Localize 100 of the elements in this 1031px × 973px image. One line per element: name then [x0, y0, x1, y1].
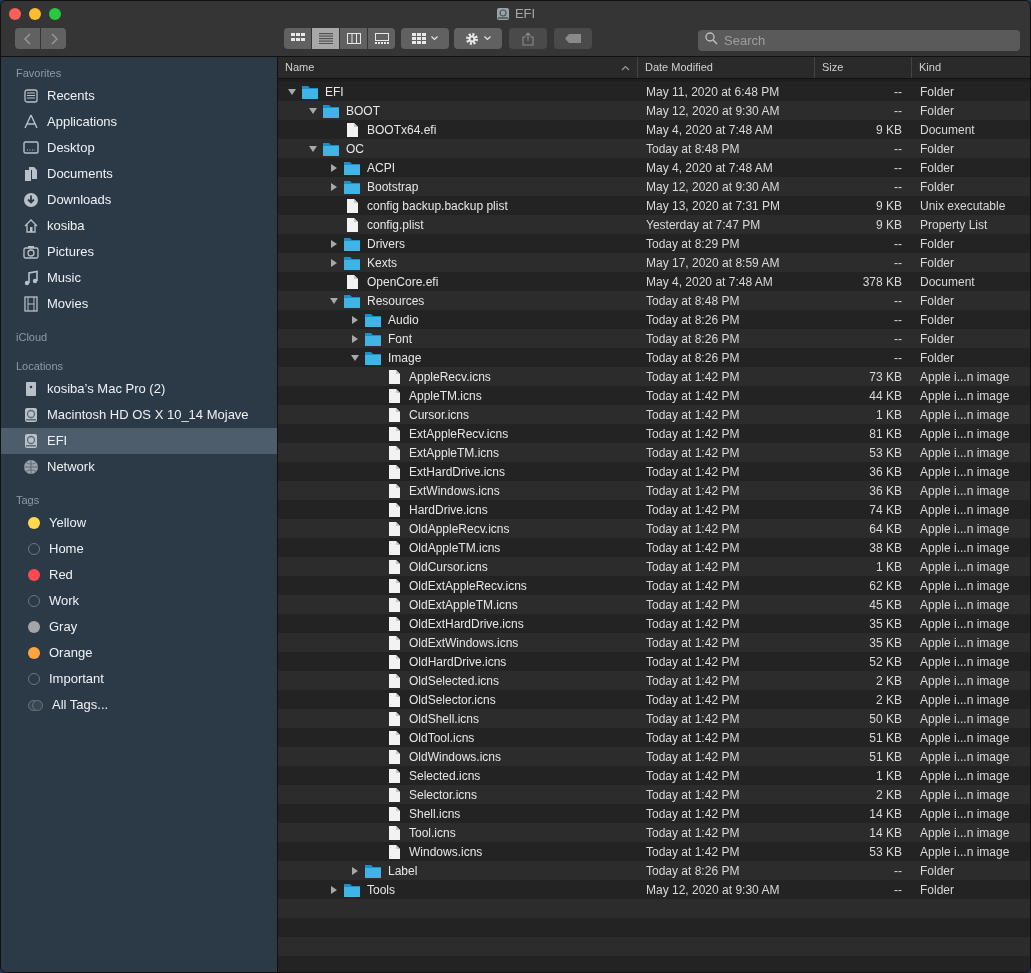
column-header[interactable]: Kind	[912, 57, 1030, 78]
file-name[interactable]: OldSelected.icns	[409, 671, 500, 690]
file-name[interactable]: Shell.icns	[409, 804, 461, 823]
tag-item[interactable]: Home	[1, 536, 277, 562]
folder-name[interactable]: Kexts	[367, 253, 397, 272]
tag-item[interactable]: Red	[1, 562, 277, 588]
folder-name[interactable]: EFI	[325, 82, 344, 101]
search-field[interactable]: Search	[698, 30, 1020, 51]
disclosure-triangle-icon[interactable]	[329, 257, 339, 268]
disclosure-triangle-icon[interactable]	[308, 143, 318, 154]
sidebar-item[interactable]: Network	[1, 454, 277, 480]
sidebar-item[interactable]: Applications	[1, 109, 277, 135]
sidebar-item[interactable]: Recents	[1, 83, 277, 109]
file-size: 62 KB	[869, 578, 902, 593]
folder-name[interactable]: ACPI	[367, 158, 395, 177]
tag-item[interactable]: Orange	[1, 640, 277, 666]
file-name[interactable]: OldHardDrive.icns	[409, 652, 507, 671]
view-button[interactable]	[284, 28, 311, 49]
file-name[interactable]: Windows.icns	[409, 842, 483, 861]
file-name[interactable]: OldWindows.icns	[409, 747, 502, 766]
sidebar-item[interactable]: Macintosh HD OS X 10_14 Mojave	[1, 402, 277, 428]
sidebar-item[interactable]: Documents	[1, 161, 277, 187]
file-name[interactable]: OpenCore.efi	[367, 272, 439, 291]
file-name[interactable]: OldExtAppleRecv.icns	[409, 576, 527, 595]
disclosure-triangle-icon[interactable]	[287, 86, 297, 97]
folder-name[interactable]: Tools	[367, 880, 395, 899]
tag-button[interactable]	[554, 28, 592, 49]
sidebar-item[interactable]: Music	[1, 265, 277, 291]
file-size: 14 KB	[869, 825, 902, 840]
minimize-button[interactable]	[29, 8, 41, 20]
file-name[interactable]: ExtAppleTM.icns	[409, 443, 500, 462]
disclosure-triangle-icon[interactable]	[329, 238, 339, 249]
file-name[interactable]: config backup.backup plist	[367, 196, 508, 215]
disclosure-triangle-icon[interactable]	[350, 352, 360, 363]
disclosure-triangle-icon[interactable]	[329, 162, 339, 173]
file-name[interactable]: Cursor.icns	[409, 405, 470, 424]
sidebar-item[interactable]: Downloads	[1, 187, 277, 213]
file-name[interactable]: OldExtAppleTM.icns	[409, 595, 518, 614]
disclosure-triangle-icon[interactable]	[350, 314, 360, 325]
column-header[interactable]: Date Modified	[638, 57, 815, 78]
file-name[interactable]: config.plist	[367, 215, 424, 234]
folder-name[interactable]: Audio	[388, 310, 419, 329]
view-button[interactable]	[368, 28, 395, 49]
column-header[interactable]: Size	[815, 57, 912, 78]
folder-icon	[343, 235, 361, 252]
tag-item[interactable]: Important	[1, 666, 277, 692]
file-name[interactable]: OldExtHardDrive.icns	[409, 614, 524, 633]
tag-item[interactable]: Work	[1, 588, 277, 614]
disclosure-triangle-icon[interactable]	[329, 884, 339, 895]
disclosure-triangle-icon[interactable]	[350, 333, 360, 344]
date-modified: Today at 1:42 PM	[646, 711, 740, 726]
file-name[interactable]: Selector.icns	[409, 785, 478, 804]
file-name[interactable]: HardDrive.icns	[409, 500, 488, 519]
file-name[interactable]: ExtWindows.icns	[409, 481, 500, 500]
tag-item[interactable]: All Tags...	[1, 692, 277, 718]
sidebar-item[interactable]: kosiba’s Mac Pro (2)	[1, 376, 277, 402]
folder-name[interactable]: BOOT	[346, 101, 380, 120]
file-name[interactable]: AppleRecv.icns	[409, 367, 491, 386]
folder-name[interactable]: Resources	[367, 291, 425, 310]
file-name[interactable]: OldAppleRecv.icns	[409, 519, 510, 538]
view-button[interactable]	[312, 28, 339, 49]
close-button[interactable]	[9, 8, 21, 20]
file-name[interactable]: OldAppleTM.icns	[409, 538, 501, 557]
disclosure-triangle-icon[interactable]	[308, 105, 318, 116]
tag-item[interactable]: Gray	[1, 614, 277, 640]
file-kind: Folder	[920, 179, 954, 194]
date-modified: Today at 1:42 PM	[646, 806, 740, 821]
column-header[interactable]: Name	[278, 57, 638, 78]
file-name[interactable]: Tool.icns	[409, 823, 456, 842]
view-button[interactable]	[340, 28, 367, 49]
file-name[interactable]: BOOTx64.efi	[367, 120, 437, 139]
disclosure-triangle-icon[interactable]	[329, 181, 339, 192]
file-name[interactable]: OldSelector.icns	[409, 690, 496, 709]
disclosure-triangle-icon[interactable]	[350, 865, 360, 876]
zoom-button[interactable]	[49, 8, 61, 20]
folder-name[interactable]: Label	[388, 861, 418, 880]
file-name[interactable]: OldCursor.icns	[409, 557, 488, 576]
sidebar-heading: Locations	[15, 358, 65, 374]
file-name[interactable]: OldTool.icns	[409, 728, 475, 747]
folder-name[interactable]: Font	[388, 329, 412, 348]
file-name[interactable]: AppleTM.icns	[409, 386, 482, 405]
folder-name[interactable]: OC	[346, 139, 364, 158]
sidebar-item[interactable]: kosiba	[1, 213, 277, 239]
group-button[interactable]	[401, 28, 449, 49]
file-name[interactable]: OldExtWindows.icns	[409, 633, 519, 652]
sidebar-item[interactable]: EFI	[1, 428, 277, 454]
folder-name[interactable]: Drivers	[367, 234, 405, 253]
folder-name[interactable]: Image	[388, 348, 422, 367]
sidebar-item[interactable]: Movies	[1, 291, 277, 317]
file-name[interactable]: ExtAppleRecv.icns	[409, 424, 509, 443]
disclosure-triangle-icon[interactable]	[329, 295, 339, 306]
file-name[interactable]: Selected.icns	[409, 766, 481, 785]
folder-name[interactable]: Bootstrap	[367, 177, 419, 196]
file-name[interactable]: ExtHardDrive.icns	[409, 462, 506, 481]
tag-item[interactable]: Yellow	[1, 510, 277, 536]
all-tags-icon	[28, 699, 43, 711]
sidebar-item[interactable]: Pictures	[1, 239, 277, 265]
sidebar-item[interactable]: Desktop	[1, 135, 277, 161]
file-name[interactable]: OldShell.icns	[409, 709, 480, 728]
action-button[interactable]	[454, 28, 502, 49]
